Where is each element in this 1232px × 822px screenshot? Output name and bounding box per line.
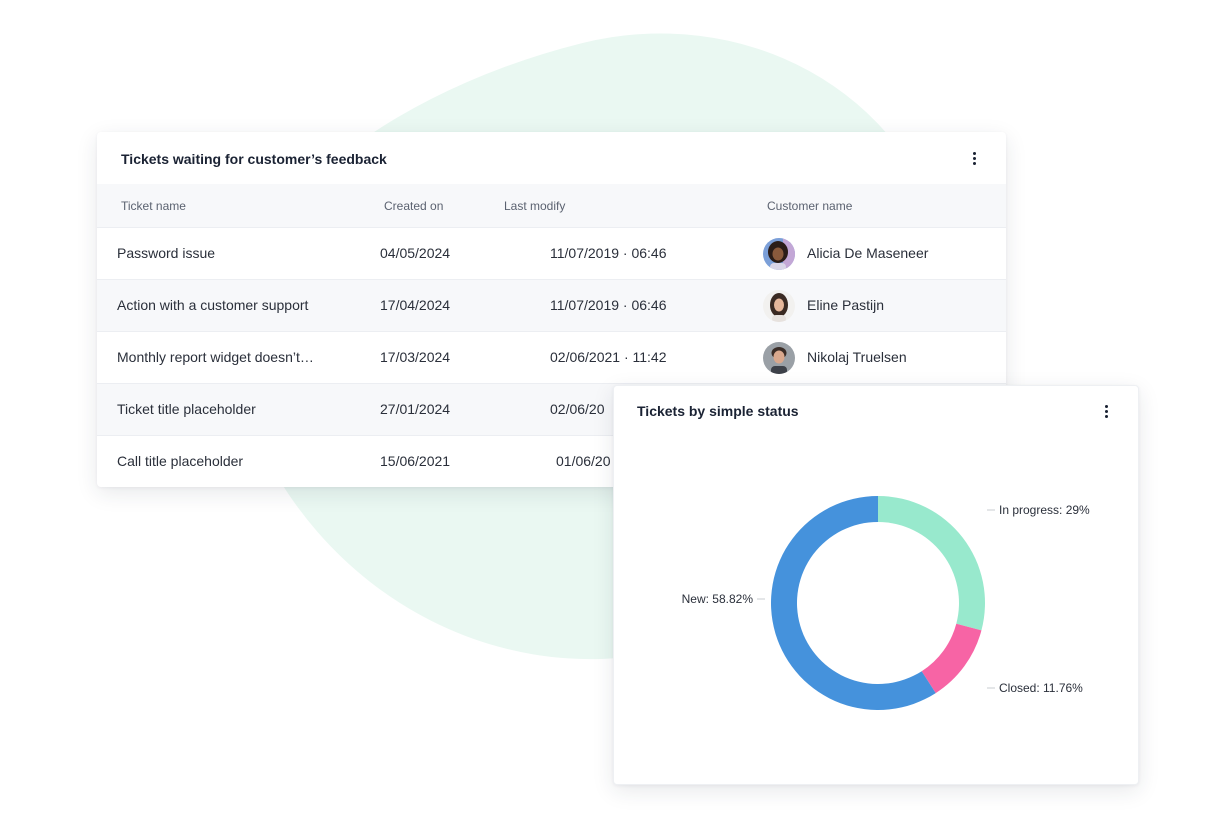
- created-on: 27/01/2024: [380, 401, 451, 417]
- card-title: Tickets waiting for customer’s feedback: [121, 151, 387, 167]
- customer-name: Alicia De Maseneer: [807, 245, 929, 261]
- created-on: 15/06/2021: [380, 453, 451, 469]
- donut-slice-closed[interactable]: [921, 623, 982, 694]
- table-row[interactable]: Monthly report widget doesn’t… 17/03/202…: [97, 332, 1006, 384]
- last-modify: 02/06/2021 · 11:42: [550, 349, 667, 365]
- avatar: [763, 342, 795, 374]
- table-row[interactable]: Action with a customer support 17/04/202…: [97, 280, 1006, 332]
- last-modify: 02/06/20: [550, 401, 605, 417]
- column-header-ticket-name[interactable]: Ticket name: [121, 199, 186, 213]
- created-on: 04/05/2024: [380, 245, 451, 261]
- ticket-name: Ticket title placeholder: [117, 401, 256, 417]
- avatar: [763, 290, 795, 322]
- ticket-name: Monthly report widget doesn’t…: [117, 349, 314, 365]
- donut-chart: In progress: 29% Closed: 11.76% New: 58.82…: [682, 496, 1090, 710]
- last-modify: 11/07/2019 · 06:46: [550, 297, 667, 313]
- ticket-name: Action with a customer support: [117, 297, 309, 313]
- donut-slice-in-progress[interactable]: [878, 496, 985, 631]
- slice-label: New: 58.82%: [682, 592, 754, 606]
- column-header-customer-name[interactable]: Customer name: [767, 199, 852, 213]
- avatar: [763, 238, 795, 270]
- last-modify: 01/06/20: [556, 453, 611, 469]
- table-header: Ticket name Created on Last modify Custo…: [97, 184, 1006, 228]
- customer-name: Nikolaj Truelsen: [807, 349, 907, 365]
- column-header-last-modify[interactable]: Last modify: [504, 199, 565, 213]
- ticket-name: Call title placeholder: [117, 453, 244, 469]
- last-modify: 11/07/2019 · 06:46: [550, 245, 667, 261]
- created-on: 17/03/2024: [380, 349, 451, 365]
- customer-name: Eline Pastijn: [807, 297, 885, 313]
- slice-label: In progress: 29%: [999, 503, 1090, 517]
- status-chart-card: Tickets by simple status In progress: 29…: [613, 385, 1139, 785]
- created-on: 17/04/2024: [380, 297, 451, 313]
- slice-label: Closed: 11.76%: [999, 681, 1083, 695]
- column-header-created-on[interactable]: Created on: [384, 199, 443, 213]
- ticket-name: Password issue: [117, 245, 216, 261]
- table-row[interactable]: Password issue 04/05/2024 11/07/2019 · 0…: [97, 228, 1006, 280]
- more-vertical-icon[interactable]: [966, 149, 982, 167]
